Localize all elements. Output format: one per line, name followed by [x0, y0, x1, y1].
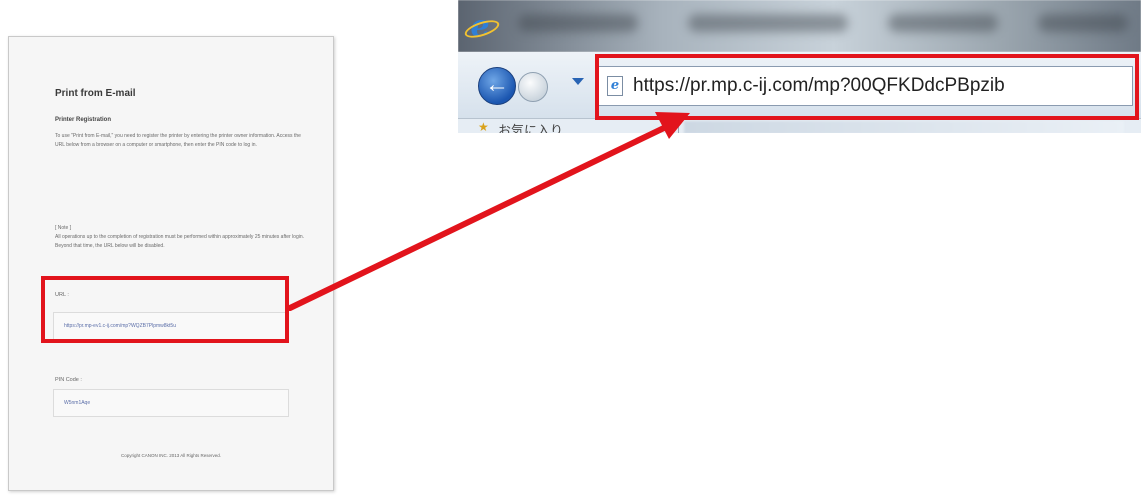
blurred-tab-area: [684, 121, 1124, 133]
forward-button[interactable]: [518, 72, 548, 102]
url-highlight-box: [41, 276, 289, 343]
browser-titlebar: [458, 0, 1141, 52]
back-arrow-icon: ←: [485, 71, 509, 98]
favorites-bar: ★ お気に入り: [458, 118, 1141, 133]
internet-explorer-logo-icon: e: [462, 12, 502, 42]
note-text: All operations up to the completion of r…: [55, 234, 305, 249]
sheet-copyright: Copyright CANON INC. 2013 All Rights Res…: [120, 453, 222, 458]
favorites-separator: [678, 119, 679, 133]
sheet-subheading: Printer Registration: [55, 117, 112, 123]
favorites-star-icon[interactable]: ★: [478, 121, 489, 133]
printed-registration-sheet: Print from E-mail Printer Registration T…: [8, 36, 334, 491]
back-button[interactable]: ←: [478, 67, 516, 105]
note-label: [ Note ]: [55, 225, 72, 231]
address-bar-highlight-box: [595, 54, 1139, 120]
pin-label: PIN Code :: [55, 377, 82, 383]
arrow-shaft: [287, 123, 671, 311]
pin-value: W5nm1Aqe: [64, 400, 91, 406]
intro-text: To use "Print from E-mail," you need to …: [55, 133, 301, 148]
pin-field-box: W5nm1Aqe: [53, 389, 289, 417]
sheet-note-paragraph: [ Note ] All operations up to the comple…: [55, 224, 305, 251]
favorites-label[interactable]: お気に入り: [498, 120, 563, 133]
screenshot-stage: Print from E-mail Printer Registration T…: [0, 0, 1141, 495]
sheet-title: Print from E-mail: [55, 88, 136, 99]
sheet-intro-paragraph: To use "Print from E-mail," you need to …: [55, 132, 305, 150]
history-dropdown-icon[interactable]: [572, 78, 584, 85]
